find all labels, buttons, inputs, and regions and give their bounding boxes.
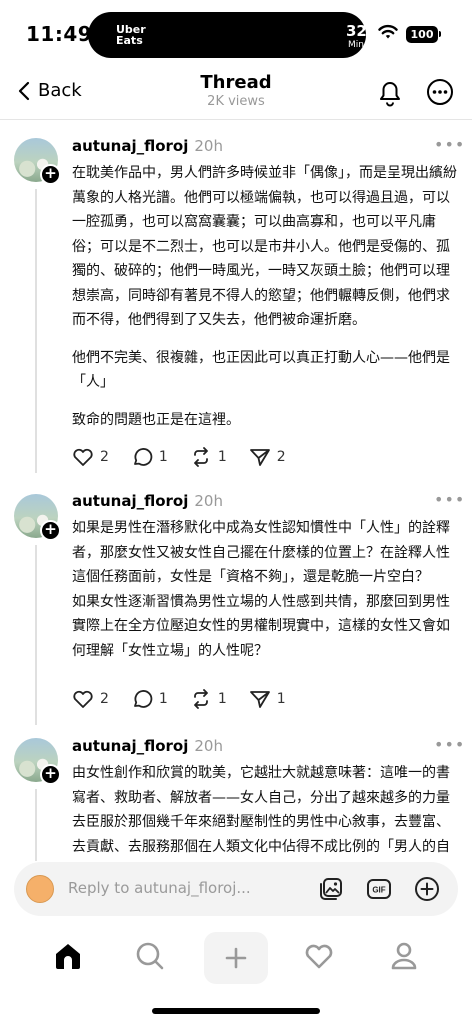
eta-value: 32 <box>346 22 367 40</box>
like-button[interactable]: 2 <box>72 447 109 467</box>
post-more-icon[interactable]: ••• <box>434 490 465 509</box>
gif-icon[interactable]: GIF <box>366 876 392 902</box>
share-icon <box>249 691 270 708</box>
post-timestamp: 20h <box>194 137 223 155</box>
post-more-icon[interactable]: ••• <box>434 735 465 754</box>
my-avatar <box>26 875 54 903</box>
reply-input[interactable]: Reply to autunaj_floroj... <box>68 879 251 897</box>
post-body: 在耽美作品中，男人們許多時候並非「偶像」，而是呈現出繽紛萬象的人格光譜。他們可以… <box>72 165 457 428</box>
follow-plus-icon[interactable]: + <box>40 764 61 785</box>
repost-icon <box>193 689 208 709</box>
battery-indicator: 100 <box>406 26 441 43</box>
repost-icon <box>193 447 208 467</box>
search-icon[interactable] <box>134 940 166 972</box>
image-icon[interactable] <box>318 876 344 902</box>
status-bar: 11:49 Uber Eats 32 Min 100 <box>0 0 472 66</box>
eta-unit: Min <box>348 40 364 50</box>
follow-plus-icon[interactable]: + <box>40 164 61 185</box>
post-timestamp: 20h <box>194 737 223 755</box>
svg-text:GIF: GIF <box>372 886 385 895</box>
post-username[interactable]: autunaj_floroj 20h <box>72 737 223 755</box>
comment-icon <box>134 448 153 466</box>
post-body: 如果是男性在潛移默化中成為女性認知慣性中「人性」的詮釋者，那麼女性又被女性自己擺… <box>72 520 450 659</box>
wifi-icon <box>378 24 398 39</box>
more-options-icon[interactable] <box>426 78 454 106</box>
share-icon <box>249 449 270 466</box>
new-thread-button[interactable] <box>204 932 268 984</box>
nav-bar: Back Thread 2K views <box>0 66 472 120</box>
heart-icon[interactable] <box>303 940 335 972</box>
home-indicator[interactable] <box>152 1008 320 1014</box>
repost-button[interactable]: 1 <box>190 689 227 709</box>
status-time: 11:49 <box>26 22 93 46</box>
repost-button[interactable]: 1 <box>190 447 227 467</box>
profile-icon[interactable] <box>388 940 420 972</box>
post-username[interactable]: autunaj_floroj 20h <box>72 137 223 155</box>
thread-connector <box>35 545 37 725</box>
reply-button[interactable]: 1 <box>131 447 168 467</box>
post-username[interactable]: autunaj_floroj 20h <box>72 492 223 510</box>
follow-plus-icon[interactable]: + <box>40 520 61 541</box>
bell-icon[interactable] <box>376 78 404 108</box>
post-more-icon[interactable]: ••• <box>434 135 465 154</box>
add-icon <box>225 947 247 969</box>
reply-composer[interactable]: Reply to autunaj_floroj... GIF <box>14 862 458 916</box>
add-circle-icon[interactable] <box>414 876 440 902</box>
thread-connector <box>35 789 37 861</box>
share-button[interactable]: 1 <box>249 689 286 709</box>
thread-connector <box>35 189 37 473</box>
heart-icon <box>73 690 93 708</box>
tab-bar <box>0 928 472 990</box>
post-body: 由女性創作和欣賞的耽美，它越壯大就越意味著：這唯一的書寫者、救助者、解放者——女… <box>72 765 450 855</box>
thread-list[interactable]: + autunaj_floroj 20h ••• 在耽美作品中，男人們許多時候並非… <box>0 121 472 861</box>
like-button[interactable]: 2 <box>72 689 109 709</box>
reply-button[interactable]: 1 <box>131 689 168 709</box>
post-timestamp: 20h <box>194 492 223 510</box>
comment-icon <box>134 690 153 708</box>
uber-eats-logo: Uber Eats <box>116 23 146 47</box>
post-actions: 2 1 1 1 <box>72 689 286 709</box>
dynamic-island[interactable]: Uber Eats 32 Min <box>88 12 367 58</box>
heart-icon <box>73 448 93 466</box>
post-actions: 2 1 1 2 <box>72 447 286 467</box>
home-icon[interactable] <box>52 940 84 972</box>
share-button[interactable]: 2 <box>249 447 286 467</box>
